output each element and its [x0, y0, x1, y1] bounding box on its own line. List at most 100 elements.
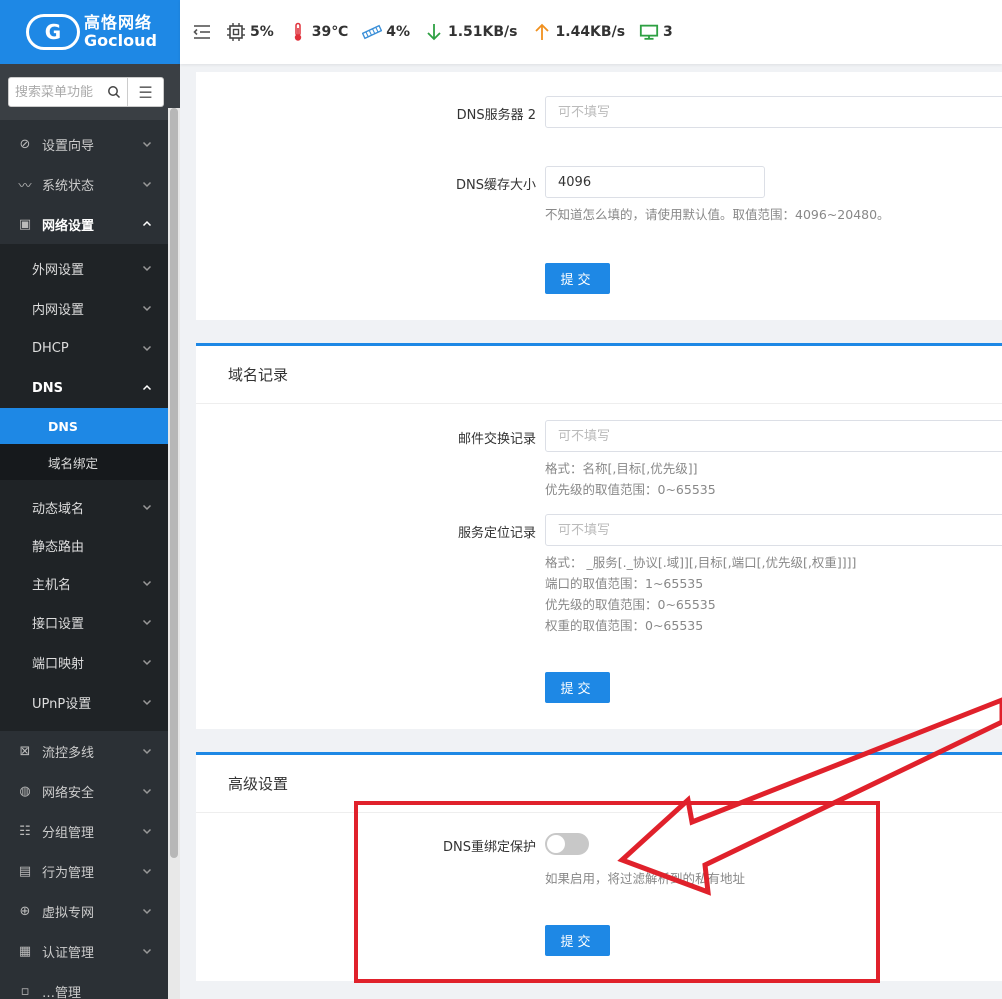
rebind-protection-toggle[interactable]	[545, 833, 589, 855]
pulse-icon: 〰	[18, 178, 32, 194]
mx-hint-format: 格式：名称[,目标[,优先级]]	[545, 461, 698, 476]
sidebar-item-domain-binding[interactable]: 域名绑定	[0, 444, 168, 480]
sidebar-item-flow-control[interactable]: ⊠ 流控多线	[0, 731, 168, 771]
chevron-down-icon	[142, 265, 152, 272]
sidebar-scrollbar[interactable]	[168, 108, 180, 999]
top-status-bar: 5% 39℃ 4% 1.51KB/s 1.44KB/s 3	[180, 0, 1002, 64]
network-icon: ▣	[18, 216, 32, 232]
chevron-down-icon	[142, 948, 152, 955]
srv-input[interactable]	[545, 514, 1002, 546]
sidebar-item-dns[interactable]: DNS	[0, 368, 168, 408]
menu-search-box	[8, 77, 128, 107]
menu-toggle-button[interactable]: ☰	[128, 77, 164, 107]
behavior-icon: ▤	[18, 863, 32, 879]
mx-input[interactable]	[545, 420, 1002, 452]
rebind-row: DNS重绑定保护	[196, 833, 1002, 855]
chevron-up-icon	[142, 220, 152, 227]
advanced-settings-card: 高级设置 DNS重绑定保护 如果启用，将过滤解析到的私有地址 提交	[196, 752, 1002, 981]
sidebar-item-wan[interactable]: 外网设置	[0, 248, 168, 288]
cpu-icon	[226, 22, 246, 42]
logo-icon: G	[26, 14, 80, 50]
toggle-knob	[547, 835, 565, 853]
menu-search-row: ☰	[0, 64, 180, 120]
chevron-down-icon	[142, 659, 152, 666]
chevron-down-icon	[142, 788, 152, 795]
compass-icon: ⊘	[19, 136, 31, 152]
memory-icon	[362, 22, 383, 42]
chevron-down-icon	[142, 699, 152, 706]
sidebar-item-auth-management[interactable]: ▦ 认证管理	[0, 931, 168, 971]
sidebar: G 高恪网络 Gocloud ☰ ⊘ 设置向导 〰 系统状态 ▣ 网络设置	[0, 0, 180, 999]
mx-label: 邮件交换记录	[457, 432, 536, 447]
collapse-menu-icon[interactable]	[192, 22, 212, 42]
records-submit-button[interactable]: 提交	[545, 672, 610, 703]
mx-hint-priority: 优先级的取值范围：0~65535	[545, 482, 716, 497]
srv-label: 服务定位记录	[457, 526, 536, 541]
srv-hint-weight: 权重的取值范围：0~65535	[545, 618, 704, 633]
dns2-row: DNS服务器 2	[196, 96, 1002, 128]
logo[interactable]: G 高恪网络 Gocloud	[0, 0, 180, 64]
menu-search-input[interactable]	[15, 84, 107, 100]
chevron-down-icon	[142, 141, 152, 148]
dns2-input[interactable]	[545, 96, 1002, 128]
memory-usage: 4%	[362, 22, 410, 42]
dns-submit-button[interactable]: 提交	[545, 263, 610, 294]
auth-icon: ▦	[18, 943, 32, 959]
download-speed: 1.51KB/s	[424, 22, 518, 42]
rebind-hint: 如果启用，将过滤解析到的私有地址	[545, 871, 746, 886]
advanced-submit-button[interactable]: 提交	[545, 925, 610, 956]
sidebar-item-dns-settings[interactable]: DNS	[0, 408, 168, 444]
dns2-label: DNS服务器 2	[456, 108, 536, 123]
dns-cache-input[interactable]	[545, 166, 765, 198]
sidebar-item-dhcp[interactable]: DHCP	[0, 328, 168, 368]
sidebar-item-behavior-management[interactable]: ▤ 行为管理	[0, 851, 168, 891]
hamburger-icon: ☰	[138, 82, 153, 102]
chevron-down-icon	[142, 305, 152, 312]
chevron-down-icon	[142, 619, 152, 626]
logo-en: Gocloud	[84, 31, 157, 50]
arrow-up-icon	[532, 22, 552, 42]
sidebar-item-static-route[interactable]: 静态路由	[0, 526, 168, 564]
sidebar-item-more[interactable]: ▫ …管理	[0, 971, 168, 999]
sidebar-scrollbar-thumb[interactable]	[170, 108, 178, 858]
sidebar-item-network-security[interactable]: ◍ 网络安全	[0, 771, 168, 811]
mx-row: 邮件交换记录	[196, 420, 1002, 452]
flow-icon: ⊠	[19, 743, 31, 759]
list-icon: ☷	[19, 823, 31, 839]
arrow-down-icon	[424, 22, 444, 42]
chevron-down-icon	[142, 868, 152, 875]
advanced-settings-title: 高级设置	[196, 755, 1002, 813]
monitor-icon	[639, 22, 659, 42]
chevron-down-icon	[142, 345, 152, 352]
sidebar-item-vpn[interactable]: ⊕ 虚拟专网	[0, 891, 168, 931]
srv-hint-port: 端口的取值范围：1~65535	[545, 576, 704, 591]
chevron-down-icon	[142, 504, 152, 511]
sidebar-item-upnp[interactable]: UPnP设置	[0, 682, 168, 722]
sidebar-item-setup-wizard[interactable]: ⊘ 设置向导	[0, 124, 168, 164]
sidebar-item-hostname[interactable]: 主机名	[0, 564, 168, 602]
logo-cn: 高恪网络	[84, 13, 153, 33]
online-devices: 3	[639, 22, 673, 42]
chevron-down-icon	[142, 828, 152, 835]
chevron-up-icon	[142, 384, 152, 391]
thermometer-icon	[288, 22, 308, 42]
sidebar-item-group-management[interactable]: ☷ 分组管理	[0, 811, 168, 851]
sidebar-item-network-settings[interactable]: ▣ 网络设置	[0, 204, 168, 244]
dns-submenu: DNS 域名绑定	[0, 408, 168, 480]
srv-hint-format: 格式： _服务[._协议[.域]][,目标[,端口[,优先级[,权重]]]]	[545, 555, 857, 570]
domain-records-title: 域名记录	[196, 346, 1002, 404]
sidebar-item-interface[interactable]: 接口设置	[0, 602, 168, 642]
sidebar-item-ddns[interactable]: 动态域名	[0, 488, 168, 526]
sidebar-item-system-status[interactable]: 〰 系统状态	[0, 164, 168, 204]
domain-records-card: 域名记录 邮件交换记录 格式：名称[,目标[,优先级]] 优先级的取值范围：0~…	[196, 343, 1002, 729]
rebind-label: DNS重绑定保护	[443, 840, 536, 855]
dns-cache-hint: 不知道怎么填的，请使用默认值。取值范围：4096~20480。	[545, 207, 890, 222]
sidebar-item-port-mapping[interactable]: 端口映射	[0, 642, 168, 682]
dns-settings-card: DNS服务器 2 DNS缓存大小 不知道怎么填的，请使用默认值。取值范围：409…	[196, 72, 1002, 320]
chevron-down-icon	[142, 748, 152, 755]
chevron-down-icon	[142, 908, 152, 915]
sidebar-item-lan[interactable]: 内网设置	[0, 288, 168, 328]
chevron-down-icon	[142, 580, 152, 587]
search-icon[interactable]	[107, 85, 121, 99]
srv-row: 服务定位记录	[196, 514, 1002, 546]
